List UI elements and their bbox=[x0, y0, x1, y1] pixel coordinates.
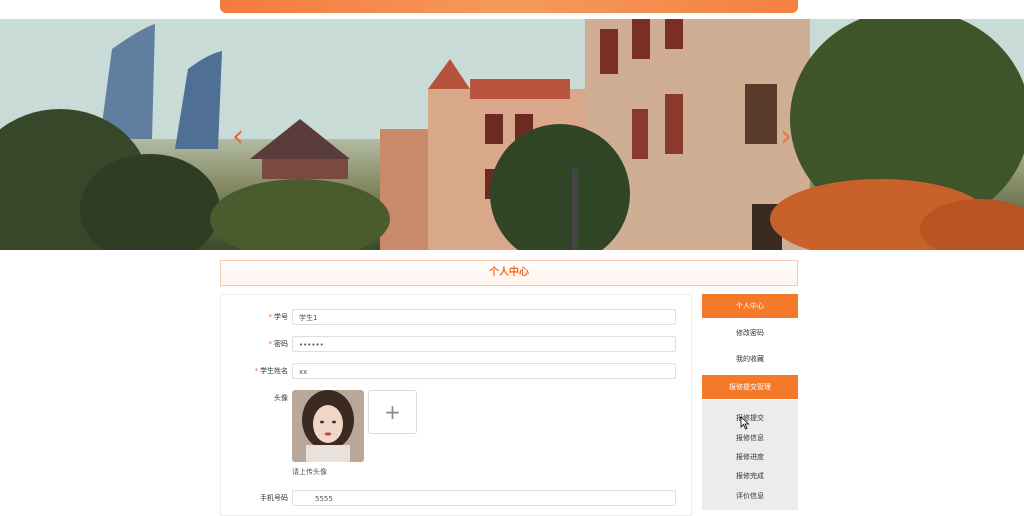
sidebar-item-favorites[interactable]: 我的收藏 bbox=[702, 347, 798, 371]
carousel-prev-icon[interactable]: ‹ bbox=[226, 119, 250, 155]
sidebar-item-repair-management[interactable]: 报修提交管理 bbox=[702, 375, 798, 399]
student-name-label-text: 学生姓名 bbox=[260, 367, 288, 375]
plus-icon: + bbox=[384, 400, 401, 424]
avatar-image bbox=[292, 390, 364, 462]
banner-image bbox=[0, 19, 1024, 250]
campus-banner-carousel: ‹ › bbox=[0, 19, 1024, 250]
submenu-item-review-info[interactable]: 评价信息 bbox=[702, 491, 798, 501]
student-name-label: * 学生姓名 bbox=[220, 366, 289, 376]
sidebar-item-profile[interactable]: 个人中心 bbox=[702, 294, 798, 318]
phone-input[interactable]: 5555 bbox=[292, 490, 676, 506]
required-mark: * bbox=[268, 313, 273, 321]
submenu-item-repair-complete[interactable]: 报修完成 bbox=[702, 471, 798, 481]
password-label: * 密码 bbox=[220, 339, 289, 349]
submenu-item-repair-submit[interactable]: 报修提交 bbox=[702, 413, 798, 423]
mouse-cursor-icon bbox=[740, 416, 750, 430]
required-mark: * bbox=[254, 367, 259, 375]
page-title: 个人中心 bbox=[220, 260, 798, 286]
upload-avatar-button[interactable]: + bbox=[368, 390, 417, 434]
profile-form-panel bbox=[220, 294, 692, 516]
sidebar-item-change-password[interactable]: 修改密码 bbox=[702, 321, 798, 345]
password-input[interactable]: •••••• bbox=[292, 336, 676, 352]
sidebar-submenu: 报修提交 报修信息 报修进度 报修完成 评价信息 bbox=[702, 400, 798, 510]
student-id-label-text: 学号 bbox=[274, 313, 288, 321]
upload-hint: 请上传头像 bbox=[292, 468, 327, 476]
submenu-item-repair-info[interactable]: 报修信息 bbox=[702, 433, 798, 443]
top-nav-bar bbox=[220, 0, 798, 13]
student-id-label: * 学号 bbox=[220, 312, 289, 322]
carousel-next-icon[interactable]: › bbox=[774, 119, 798, 155]
student-id-input[interactable]: 学生1 bbox=[292, 309, 676, 325]
required-mark: * bbox=[268, 340, 273, 348]
password-label-text: 密码 bbox=[274, 340, 288, 348]
student-name-input[interactable]: xx bbox=[292, 363, 676, 379]
submenu-item-repair-progress[interactable]: 报修进度 bbox=[702, 452, 798, 462]
avatar-label: 头像 bbox=[274, 394, 288, 402]
